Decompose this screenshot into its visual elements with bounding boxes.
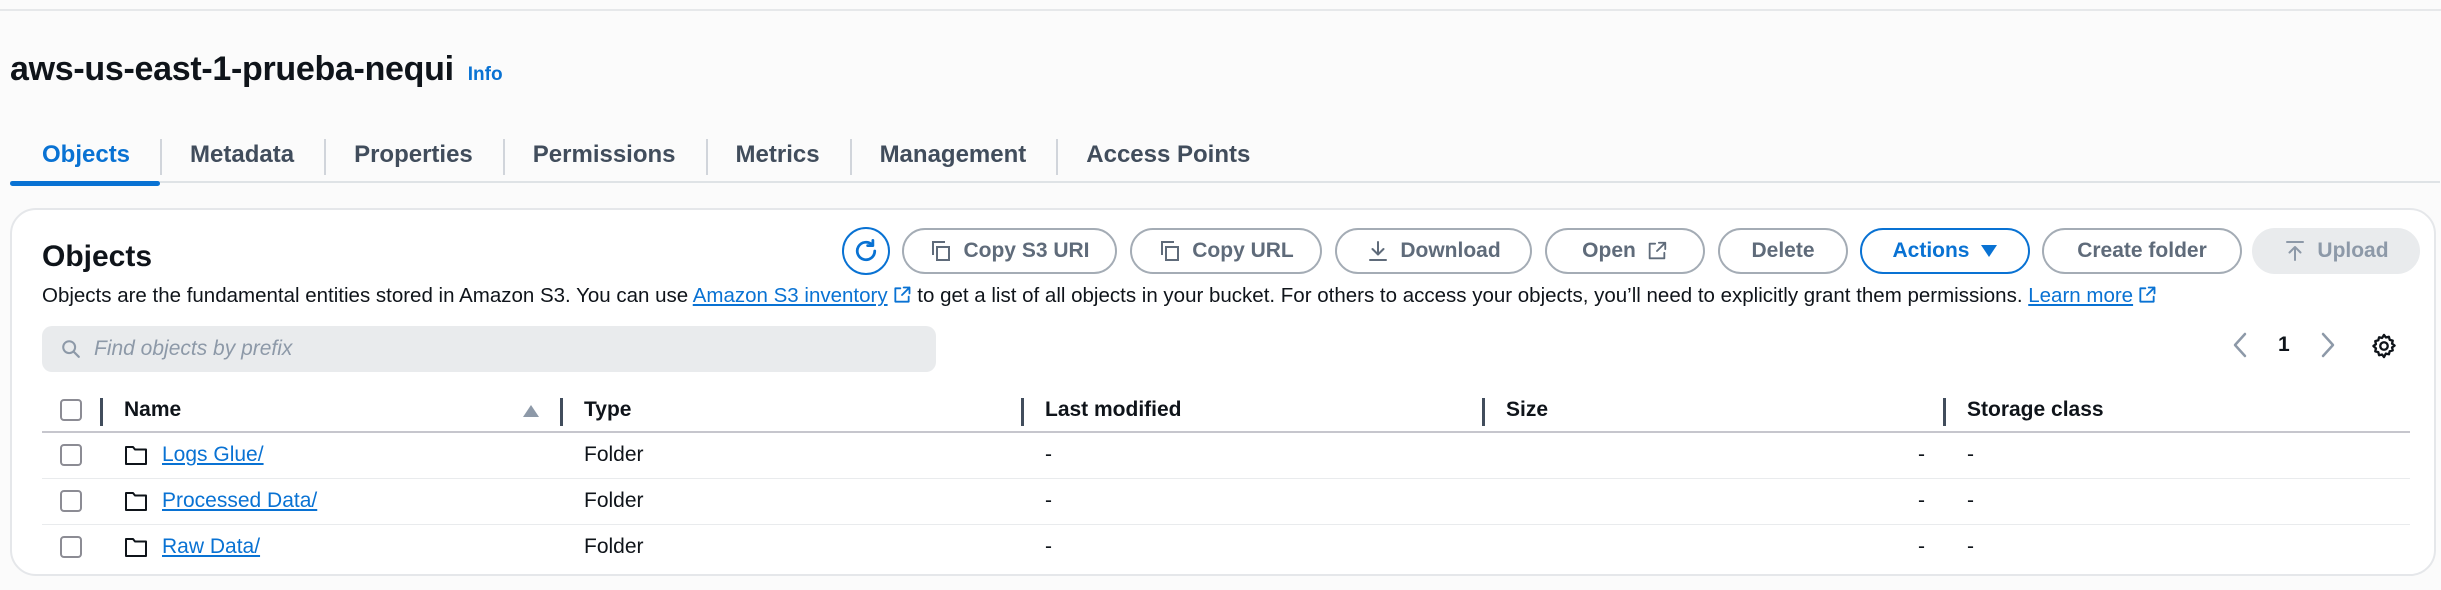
download-icon: [1369, 241, 1388, 261]
column-header-name[interactable]: Name: [100, 388, 560, 433]
folder-icon: [125, 446, 147, 466]
storage-class-cell: -: [1967, 535, 1974, 559]
page-header: aws-us-east-1-prueba-nequi Info: [10, 50, 503, 89]
actions-dropdown[interactable]: Actions: [1860, 228, 2030, 274]
external-link-icon: [1648, 241, 1666, 260]
last-modified-cell: -: [1021, 432, 1482, 479]
tab-permissions[interactable]: Permissions: [502, 127, 706, 182]
actions-label: Actions: [1892, 239, 1970, 262]
table-row: Processed Data/ Folder - - -: [42, 478, 2410, 525]
copy-icon: [1161, 241, 1180, 261]
name-cell: Logs Glue/: [100, 432, 560, 479]
last-modified-cell: -: [1045, 535, 1052, 559]
previous-page-button[interactable]: [2232, 332, 2248, 358]
row-select-cell: [42, 524, 100, 570]
row-checkbox[interactable]: [60, 490, 82, 512]
tab-properties[interactable]: Properties: [324, 127, 503, 182]
tab-metrics[interactable]: Metrics: [705, 127, 850, 182]
select-all-checkbox[interactable]: [60, 398, 82, 421]
type-cell: Folder: [560, 478, 1021, 525]
column-header-label: Name: [124, 397, 182, 421]
column-header-type[interactable]: Type: [560, 388, 1021, 433]
refresh-icon: [855, 239, 877, 262]
last-modified-cell: -: [1021, 478, 1482, 525]
search-box: [42, 326, 936, 372]
tab-objects[interactable]: Objects: [10, 127, 161, 186]
description-text-2: to get a list of all objects in your buc…: [911, 284, 2029, 307]
description-text: Objects are the fundamental entities sto…: [42, 284, 693, 307]
select-all-cell: [42, 388, 100, 433]
sort-ascending-icon: [523, 405, 539, 417]
size-cell: -: [1918, 535, 1925, 559]
folder-icon: [125, 492, 147, 511]
copy-icon: [932, 241, 951, 261]
gear-icon: [2372, 333, 2396, 359]
upload-icon: [2286, 241, 2305, 261]
storage-class-cell: -: [1943, 432, 2410, 479]
object-link[interactable]: Logs Glue/: [162, 443, 264, 467]
objects-table: Name Type Last modified Size Storage cla…: [42, 388, 2410, 570]
page-number[interactable]: 1: [2278, 333, 2290, 357]
column-header-size[interactable]: Size: [1482, 388, 1943, 433]
chevron-right-icon: [2321, 332, 2334, 358]
delete-label: Delete: [1751, 239, 1815, 262]
tab-access-points[interactable]: Access Points: [1056, 127, 1280, 182]
table-settings-button[interactable]: [2370, 332, 2398, 360]
folder-icon: [125, 538, 147, 558]
tab-management[interactable]: Management: [849, 127, 1057, 182]
object-link[interactable]: Processed Data/: [162, 489, 317, 513]
external-link-icon: [894, 286, 911, 303]
table-row: Raw Data/ Folder - - -: [42, 524, 2410, 570]
download-button[interactable]: Download: [1335, 228, 1532, 274]
create-folder-button[interactable]: Create folder: [2042, 228, 2242, 274]
top-divider: [0, 9, 2441, 11]
next-page-button[interactable]: [2320, 332, 2336, 358]
objects-toolbar: Copy S3 URI Copy URL Download Open Delet…: [12, 227, 2434, 276]
copy-s3-uri-button[interactable]: Copy S3 URI: [902, 228, 1117, 274]
row-select-cell: [42, 432, 100, 479]
name-cell: Processed Data/: [100, 478, 560, 525]
open-label: Open: [1582, 239, 1636, 262]
objects-panel: Objects Copy S3 URI Copy URL Download Op…: [10, 208, 2436, 576]
size-cell: -: [1482, 432, 1943, 479]
info-link[interactable]: Info: [468, 64, 503, 86]
tab-bar: Objects Metadata Properties Permissions …: [10, 127, 2440, 186]
pagination: 1: [2232, 332, 2336, 358]
s3-inventory-link[interactable]: Amazon S3 inventory: [693, 284, 888, 307]
download-label: Download: [1400, 239, 1501, 262]
table-row: Logs Glue/ Folder - - -: [42, 432, 2410, 479]
refresh-button[interactable]: [842, 227, 890, 275]
tab-metadata[interactable]: Metadata: [160, 127, 324, 182]
page-title: aws-us-east-1-prueba-nequi: [10, 50, 454, 88]
upload-button[interactable]: Upload: [2252, 228, 2420, 274]
size-cell: -: [1482, 478, 1943, 525]
caret-down-icon: [1980, 245, 1997, 257]
type-cell: Folder: [560, 432, 1021, 479]
name-cell: Raw Data/: [100, 524, 560, 570]
external-link-icon: [2139, 286, 2156, 303]
learn-more-link[interactable]: Learn more: [2028, 284, 2133, 307]
type-cell: Folder: [584, 535, 644, 559]
delete-button[interactable]: Delete: [1718, 228, 1848, 274]
upload-label: Upload: [2317, 239, 2389, 262]
search-input[interactable]: [94, 337, 914, 361]
panel-description: Objects are the fundamental entities sto…: [42, 284, 2157, 308]
chevron-left-icon: [2233, 332, 2247, 358]
storage-class-cell: -: [1943, 478, 2410, 525]
row-select-cell: [42, 478, 100, 525]
copy-s3-uri-label: Copy S3 URI: [963, 239, 1090, 262]
table-header-row: Name Type Last modified Size Storage cla…: [42, 388, 2410, 433]
copy-url-label: Copy URL: [1192, 239, 1294, 262]
column-header-last-modified[interactable]: Last modified: [1021, 388, 1482, 433]
open-button[interactable]: Open: [1545, 228, 1705, 274]
column-header-storage-class[interactable]: Storage class: [1943, 388, 2410, 433]
copy-url-button[interactable]: Copy URL: [1130, 228, 1322, 274]
search-icon: [62, 340, 80, 358]
object-link[interactable]: Raw Data/: [162, 535, 260, 559]
create-folder-label: Create folder: [2077, 239, 2207, 262]
row-checkbox[interactable]: [60, 444, 82, 467]
row-checkbox[interactable]: [60, 536, 82, 559]
